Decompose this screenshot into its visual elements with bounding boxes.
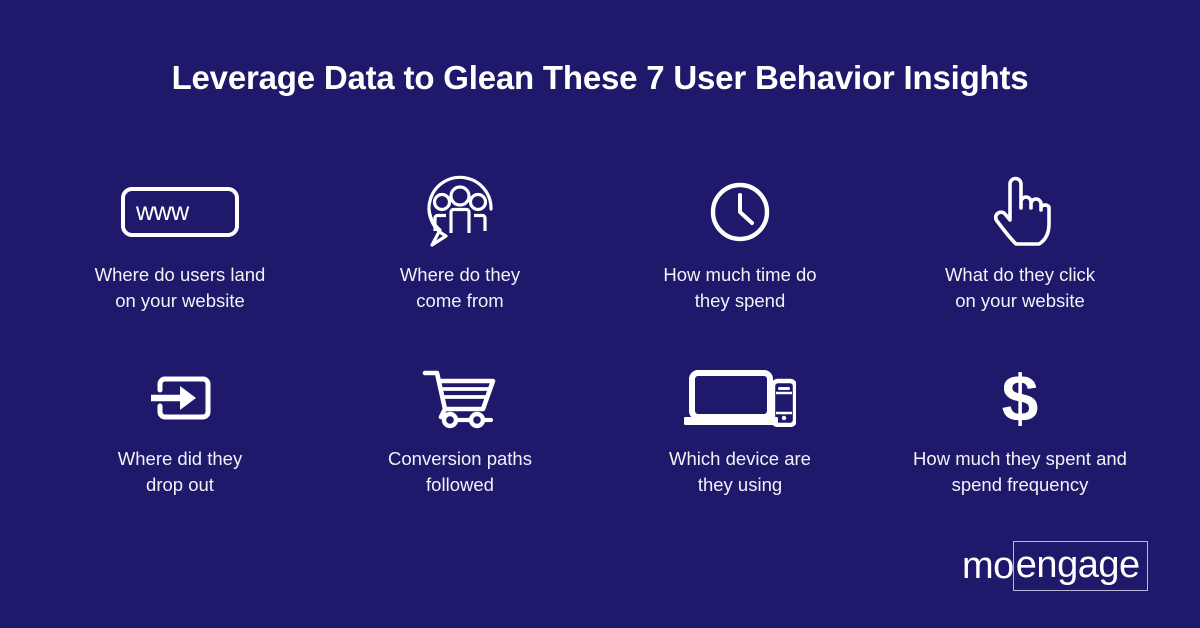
insight-item-drop-out: Where did they drop out	[40, 358, 320, 548]
pointing-hand-cursor-icon-wrapper	[989, 168, 1051, 256]
insight-item-conversion-paths: Conversion paths followed	[320, 358, 600, 548]
insight-item-device: Which device are they using	[600, 358, 880, 548]
insights-grid: www Where do users land on your website …	[40, 168, 1160, 548]
svg-text:$: $	[1002, 365, 1039, 431]
insight-label: Where do users land on your website	[94, 264, 266, 312]
clock-icon-wrapper	[708, 168, 772, 256]
insight-label: Where do they come from	[399, 264, 521, 312]
exit-arrow-icon	[151, 376, 211, 420]
people-speech-bubble-icon-wrapper	[421, 168, 499, 256]
browser-www-icon-text: www	[136, 197, 189, 226]
clock-icon	[710, 182, 770, 242]
laptop-and-phone-icon	[684, 370, 796, 427]
insight-item-clicks: What do they click on your website	[880, 168, 1160, 358]
people-speech-bubble-icon	[427, 175, 493, 247]
insight-item-spend: $ How much they spent and spend frequenc…	[880, 358, 1160, 548]
insight-label: Where did they drop out	[117, 448, 243, 496]
browser-www-icon-wrapper: www	[121, 168, 239, 256]
insight-label: How much they spent and spend frequency	[913, 448, 1127, 496]
laptop-and-phone-icon-wrapper	[684, 358, 796, 438]
insight-label: How much time do they spend	[663, 264, 817, 312]
logo-text-mo: mo	[962, 545, 1014, 587]
insight-label: Which device are they using	[669, 448, 811, 496]
shopping-cart-icon-wrapper	[421, 358, 499, 438]
logo-text-engage: engage	[1012, 541, 1148, 591]
pointing-hand-cursor-icon	[993, 176, 1051, 246]
exit-arrow-icon-wrapper	[146, 358, 214, 438]
infographic-canvas: Leverage Data to Glean These 7 User Beha…	[0, 0, 1200, 628]
dollar-sign-icon: $	[1002, 365, 1039, 431]
insight-item-time-spent: How much time do they spend	[600, 168, 880, 358]
moengage-logo: mo engage	[962, 541, 1148, 591]
insight-label: What do they click on your website	[944, 264, 1096, 312]
dollar-sign-icon-wrapper: $	[994, 358, 1046, 438]
shopping-cart-icon	[422, 370, 496, 429]
insight-item-landing-page: www Where do users land on your website	[40, 168, 320, 358]
insight-label: Conversion paths followed	[388, 448, 532, 496]
insight-item-traffic-source: Where do they come from	[320, 168, 600, 358]
browser-www-icon: www	[121, 187, 239, 237]
page-title: Leverage Data to Glean These 7 User Beha…	[171, 59, 1029, 96]
